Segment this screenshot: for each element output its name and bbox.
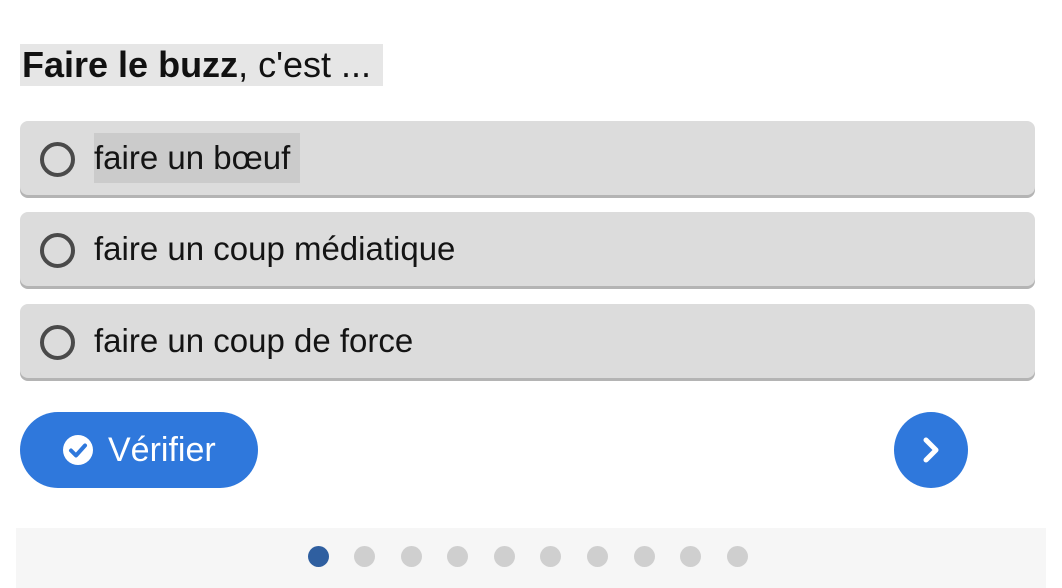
answer-option-3[interactable]: faire un coup de force [20, 304, 1035, 378]
next-button[interactable] [894, 412, 968, 488]
question-text: Faire le buzz, c'est ... [20, 44, 383, 86]
radio-button[interactable] [40, 233, 75, 268]
chevron-right-icon [923, 437, 939, 463]
pager-dot-5[interactable] [494, 546, 515, 567]
check-circle-icon [63, 435, 93, 465]
pager-dot-9[interactable] [680, 546, 701, 567]
answer-option-2[interactable]: faire un coup médiatique [20, 212, 1035, 286]
radio-button[interactable] [40, 325, 75, 360]
answer-option-1[interactable]: faire un bœuf [20, 121, 1035, 195]
pager-dot-3[interactable] [401, 546, 422, 567]
pager-dot-2[interactable] [354, 546, 375, 567]
question-keyword: Faire le buzz [22, 44, 239, 85]
pager-dot-7[interactable] [587, 546, 608, 567]
pager-dot-1[interactable] [308, 546, 329, 567]
pager-dot-6[interactable] [540, 546, 561, 567]
pager-dot-10[interactable] [727, 546, 748, 567]
answer-option-label: faire un coup médiatique [94, 230, 456, 267]
verify-button[interactable]: Vérifier [20, 412, 258, 488]
pager-dot-4[interactable] [447, 546, 468, 567]
question-pager [16, 528, 1046, 588]
radio-button[interactable] [40, 142, 75, 177]
question-rest: , c'est ... [238, 44, 371, 85]
answer-option-label: faire un coup de force [94, 322, 414, 359]
answer-option-label: faire un bœuf [94, 133, 301, 183]
pager-dot-8[interactable] [634, 546, 655, 567]
verify-button-label: Vérifier [108, 431, 216, 469]
